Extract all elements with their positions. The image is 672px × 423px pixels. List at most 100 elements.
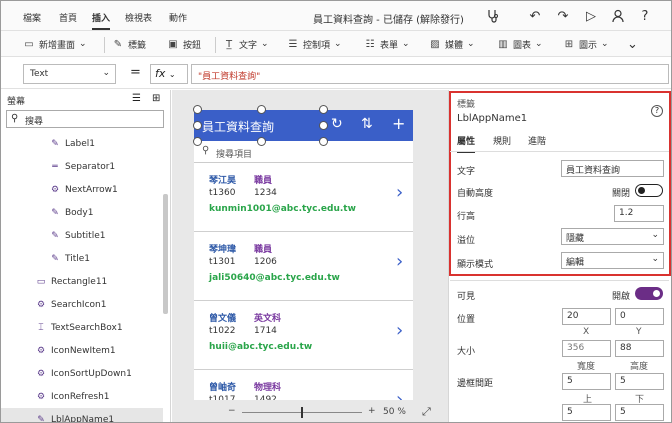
document-title: 員工資料查詢 - 已儲存 (解除發行) xyxy=(313,15,464,26)
overflow-select[interactable]: 隱藏 ⌄ xyxy=(561,228,664,245)
help-icon[interactable]: ? xyxy=(651,105,663,117)
zoom-out-button[interactable]: − xyxy=(228,406,236,416)
tree-item[interactable]: ✎ Title1 xyxy=(1,247,163,270)
selection-handle[interactable] xyxy=(319,105,328,114)
position-x-input[interactable]: 20 xyxy=(562,308,611,325)
expand-toolbar-chevron-icon[interactable]: ⌄ xyxy=(627,37,638,52)
tree-scrollbar[interactable] xyxy=(163,194,168,314)
forms-menu-button[interactable]: ☷ 表單 ⌄ xyxy=(364,37,410,51)
padding-left-input[interactable]: 5 xyxy=(562,404,611,421)
selection-handle[interactable] xyxy=(319,121,328,130)
selection-handle[interactable] xyxy=(193,105,202,114)
play-icon[interactable]: ▷ xyxy=(581,6,601,26)
next-arrow-icon[interactable]: › xyxy=(396,182,403,203)
new-screen-button[interactable]: ▭ 新增畫面 ⌄ xyxy=(23,37,86,51)
redo-icon[interactable]: ↷ xyxy=(553,6,573,26)
refresh-icon[interactable]: ↻ xyxy=(331,116,343,132)
padding-right-input[interactable]: 5 xyxy=(615,404,664,421)
label-icon: ✎ xyxy=(51,253,59,264)
formula-input[interactable]: "員工資料查詢" xyxy=(191,64,669,84)
gallery-item[interactable]: 曾文儀 英文科 t1022 1714 huii@abc.tyc.edu.tw › xyxy=(194,302,413,370)
divider xyxy=(450,151,669,152)
charts-menu-button[interactable]: ▥ 圖表 ⌄ xyxy=(497,37,542,51)
control-name[interactable]: LblAppName1 xyxy=(457,113,527,124)
undo-icon[interactable]: ↶ xyxy=(525,6,545,26)
tree-view-header: 螢幕 xyxy=(7,97,26,107)
tree-item-label: IconSortUpDown1 xyxy=(51,368,132,379)
menu-view[interactable]: 檢視表 xyxy=(125,11,152,24)
visible-toggle[interactable] xyxy=(635,287,663,300)
chevron-down-icon: ⌄ xyxy=(102,68,110,78)
selection-handle[interactable] xyxy=(193,137,202,146)
tree-item[interactable]: ⚙ IconNewItem1 xyxy=(1,339,163,362)
width-input[interactable]: 356 xyxy=(562,340,611,357)
selection-handle[interactable] xyxy=(193,121,202,130)
menu-insert[interactable]: 插入 xyxy=(92,11,111,30)
next-arrow-icon[interactable]: › xyxy=(396,389,403,400)
stethoscope-icon[interactable] xyxy=(483,6,503,26)
next-arrow-icon[interactable]: › xyxy=(396,320,403,341)
selection-handle[interactable] xyxy=(257,137,266,146)
tree-search-input[interactable]: ⚲ 搜尋 xyxy=(6,110,164,128)
lineheight-input[interactable]: 1.2 xyxy=(614,205,664,222)
text-prop-input[interactable]: 員工資料查詢 xyxy=(561,160,664,177)
property-select[interactable]: Text ⌄ xyxy=(23,64,116,84)
grid-view-icon[interactable]: ⊞ xyxy=(152,93,160,104)
gallery-item[interactable]: 琴坤瑋 職員 t1301 1206 jali50640@abc.tyc.edu.tw › xyxy=(194,233,413,301)
list-view-icon[interactable]: ☰ xyxy=(132,93,141,104)
tree-item[interactable]: ⚙ IconRefresh1 xyxy=(1,385,163,408)
menu-action[interactable]: 動作 xyxy=(169,11,187,24)
media-menu-button[interactable]: ▨ 媒體 ⌄ xyxy=(429,37,474,51)
tab-rules[interactable]: 規則 xyxy=(493,134,511,147)
gallery-item[interactable]: 曾岫奇物理科t10171492s0022@abc.tyc.edu.tw› xyxy=(194,371,413,400)
tree-item[interactable]: ═ Separator1 xyxy=(1,155,163,178)
displaymode-select[interactable]: 編輯 ⌄ xyxy=(561,252,664,269)
employee-id: t1022 xyxy=(209,326,236,336)
tree-item[interactable]: ✎ Body1 xyxy=(1,201,163,224)
user-icon[interactable] xyxy=(608,6,628,26)
tab-advanced[interactable]: 進階 xyxy=(528,134,546,147)
height-input[interactable]: 88 xyxy=(615,340,664,357)
tree-item[interactable]: ⌶ TextSearchBox1 xyxy=(1,316,163,339)
padding-bottom-input[interactable]: 5 xyxy=(615,373,664,390)
size-label: 大小 xyxy=(457,347,476,357)
employee-id: t1301 xyxy=(209,257,236,267)
tree-item[interactable]: ✎ LblAppName1 xyxy=(1,408,163,422)
tree-item[interactable]: ⚙ IconSortUpDown1 xyxy=(1,362,163,385)
employee-name: 琴坤瑋 xyxy=(209,245,237,255)
position-y-input[interactable]: 0 xyxy=(615,308,664,325)
employee-email: kunmin1001@abc.tyc.edu.tw xyxy=(209,204,356,214)
tree-item[interactable]: ✎ Label1 xyxy=(1,132,163,155)
icon-icon: ⚙ xyxy=(36,299,46,310)
menu-bar: 檔案 首頁 插入 檢視表 動作 員工資料查詢 - 已儲存 (解除發行) ↶ ↷ … xyxy=(1,1,671,31)
app-search-box[interactable]: ⚲ 搜尋項目 xyxy=(194,141,413,163)
menu-home[interactable]: 首頁 xyxy=(59,11,77,24)
fx-button[interactable]: fx ⌄ xyxy=(150,64,188,84)
selection-handle[interactable] xyxy=(319,137,328,146)
autoheight-label: 自動高度 xyxy=(457,189,494,199)
selection-handle[interactable] xyxy=(257,105,266,114)
tree-item[interactable]: ⚙ SearchIcon1 xyxy=(1,293,163,316)
menu-file[interactable]: 檔案 xyxy=(23,11,41,24)
padding-top-input[interactable]: 5 xyxy=(562,373,611,390)
tree-item[interactable]: ⚙ NextArrow1 xyxy=(1,178,163,201)
tree-item[interactable]: ▭ Rectangle11 xyxy=(1,270,163,293)
sort-up-down-icon[interactable]: ⇅ xyxy=(361,116,373,132)
zoom-slider-thumb[interactable] xyxy=(301,407,303,418)
controls-menu-button[interactable]: ☰ 控制項 ⌄ xyxy=(287,37,342,51)
add-icon[interactable]: + xyxy=(392,114,405,133)
text-menu-button[interactable]: T̲ 文字 ⌄ xyxy=(223,37,269,51)
icons-menu-button[interactable]: ⊞ 圖示 ⌄ xyxy=(563,37,609,51)
tree-item[interactable]: ✎ Subtitle1 xyxy=(1,224,163,247)
height-caption: 高度 xyxy=(630,362,649,372)
app-title-label[interactable]: 員工資料查詢 xyxy=(202,118,274,135)
button-button[interactable]: ▣ 按鈕 xyxy=(167,37,201,51)
fullscreen-icon[interactable]: ⤢ xyxy=(422,405,431,419)
app-screen[interactable]: 員工資料查詢 ↻ ⇅ + ⚲ 搜尋項目 琴江昊 職員 t1360 1234 kunmin… xyxy=(194,110,413,400)
help-icon[interactable]: ? xyxy=(635,6,655,26)
zoom-in-button[interactable]: + xyxy=(368,406,376,416)
label-button[interactable]: ✎ 標籤 xyxy=(112,37,146,51)
gallery-item[interactable]: 琴江昊 職員 t1360 1234 kunmin1001@abc.tyc.edu.tw › xyxy=(194,164,413,232)
next-arrow-icon[interactable]: › xyxy=(396,251,403,272)
autoheight-toggle[interactable] xyxy=(635,184,663,197)
